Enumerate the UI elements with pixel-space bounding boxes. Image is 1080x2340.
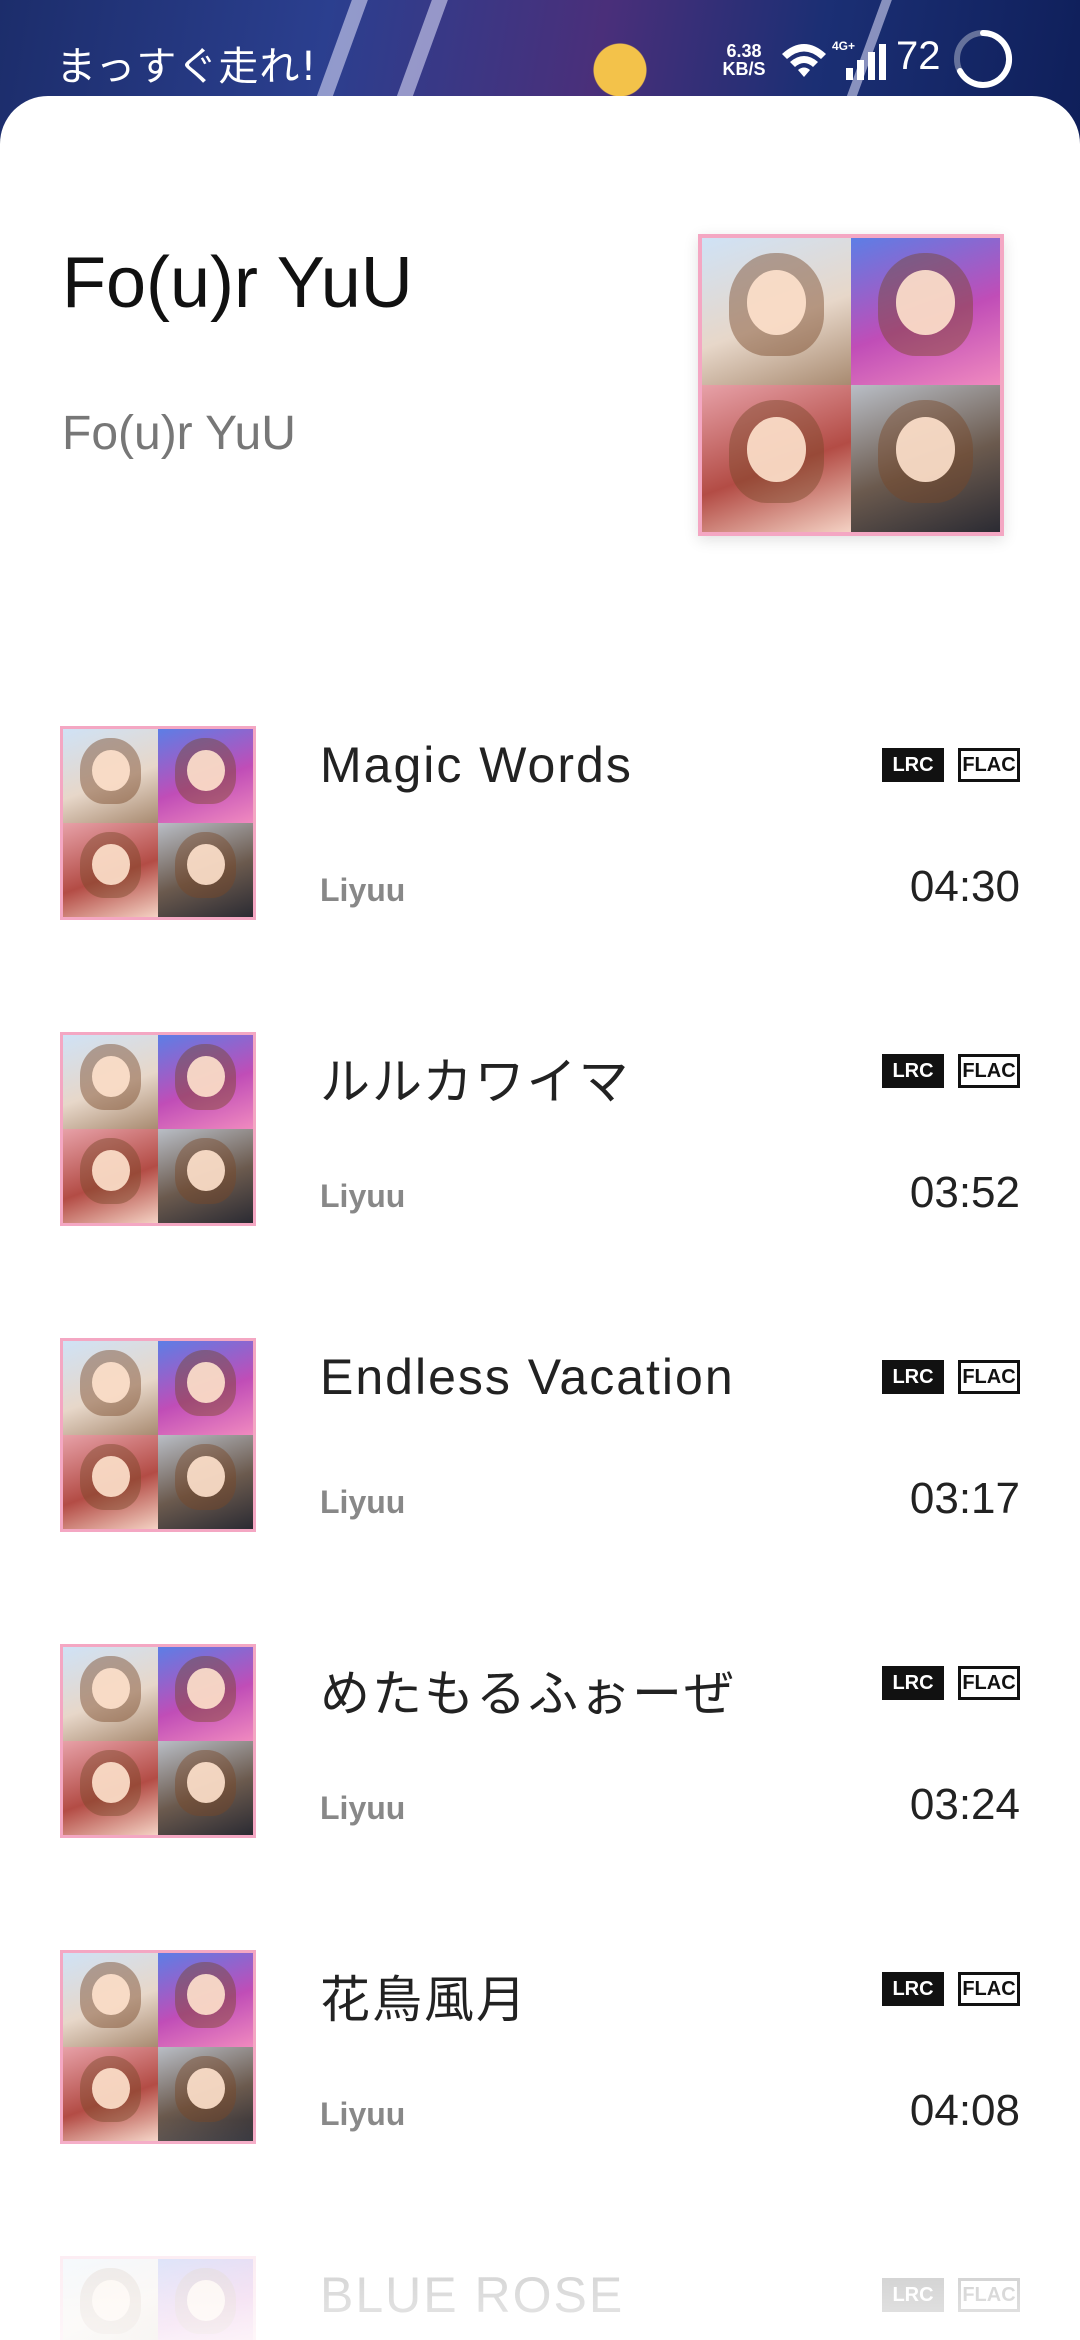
lrc-badge: LRC [882,2278,944,2312]
track-title: ルルカワイマ [320,1053,631,1111]
track-artist: Liyuu [320,1178,406,1214]
album-title: Fo(u)r YuU [62,243,413,323]
lrc-badge: LRC [882,748,944,782]
track-duration: 03:17 [909,1474,1020,1523]
lrc-badge: LRC [882,1054,944,1088]
track-row[interactable]: Magic Words LRC FLAC Liyuu 04:30 [0,726,1080,926]
track-row[interactable]: BLUE ROSE LRC FLAC [0,2256,1080,2340]
network-speed-unit: KB/S [722,59,766,79]
network-speed-value: 6.38 [726,41,762,61]
track-title: めたもるふぉーぜ [320,1665,736,1723]
flac-badge: FLAC [958,1054,1020,1088]
track-artist: Liyuu [320,872,406,908]
track-cover [60,1338,256,1532]
network-speed: 6.38 KB/S [716,42,772,78]
track-duration: 04:08 [909,2086,1020,2135]
flac-badge: FLAC [958,2278,1020,2312]
track-title: 花鳥風月 [320,1971,528,2029]
track-title: Magic Words [320,737,633,793]
lrc-badge: LRC [882,1360,944,1394]
lrc-badge: LRC [882,1666,944,1700]
cellular-signal-icon: 4G+ [832,38,890,89]
battery-level: 72 [896,34,941,78]
track-cover [60,1950,256,2144]
album-artist[interactable]: Fo(u)r YuU [62,406,296,461]
network-type-label: 4G+ [832,39,855,53]
track-artist: Liyuu [320,1484,406,1520]
track-row[interactable]: めたもるふぉーぜ LRC FLAC Liyuu 03:24 [0,1644,1080,1844]
track-cover [60,1644,256,1838]
track-duration: 03:52 [909,1168,1020,1217]
track-cover [60,726,256,920]
album-sheet: Fo(u)r YuU Fo(u)r YuU Magic Words LRC FL… [0,96,1080,2340]
album-cover[interactable] [698,234,1004,536]
track-title: Endless Vacation [320,1349,735,1405]
wifi-icon [780,40,828,85]
now-playing-text: まっすぐ走れ! [56,44,318,90]
battery-ring-icon [952,28,1014,95]
track-cover [60,2256,256,2340]
track-row[interactable]: 花鳥風月 LRC FLAC Liyuu 04:08 [0,1950,1080,2150]
track-title: BLUE ROSE [320,2267,625,2323]
track-duration: 04:30 [909,862,1020,911]
lrc-badge: LRC [882,1972,944,2006]
track-artist: Liyuu [320,1790,406,1826]
track-artist: Liyuu [320,2096,406,2132]
flac-badge: FLAC [958,1666,1020,1700]
flac-badge: FLAC [958,1972,1020,2006]
track-row[interactable]: Endless Vacation LRC FLAC Liyuu 03:17 [0,1338,1080,1538]
flac-badge: FLAC [958,1360,1020,1394]
track-duration: 03:24 [909,1780,1020,1829]
track-row[interactable]: ルルカワイマ LRC FLAC Liyuu 03:52 [0,1032,1080,1232]
flac-badge: FLAC [958,748,1020,782]
track-cover [60,1032,256,1226]
